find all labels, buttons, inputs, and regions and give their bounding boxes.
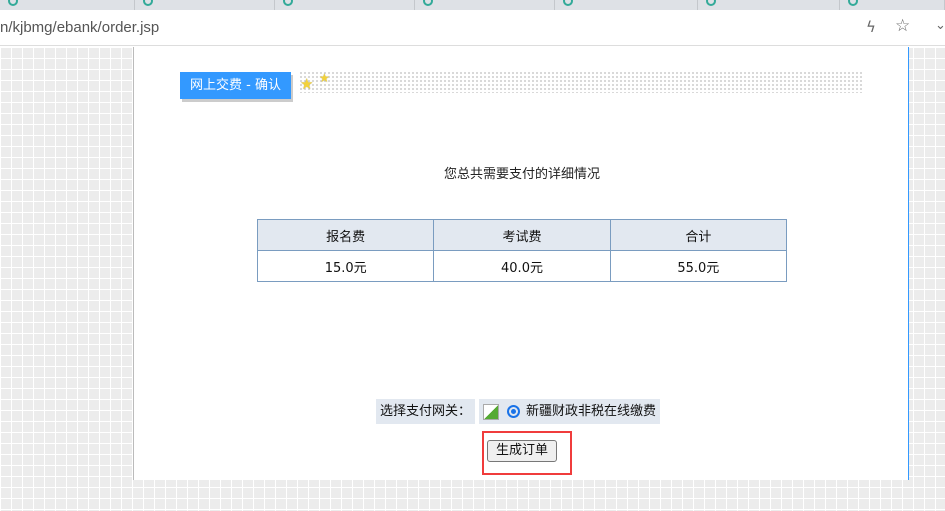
total-fee: 55.0元: [609, 250, 788, 282]
fee-table: 报名费 考试费 合计 15.0元 40.0元 55.0元: [256, 219, 788, 282]
tab-favicon-icon: [706, 0, 716, 6]
gateway-label: 选择支付网关：: [376, 399, 476, 424]
gateway-option-label[interactable]: 新疆财政非税在线缴费: [526, 399, 656, 424]
table-header-row: 报名费 考试费 合计: [256, 219, 788, 251]
column-header: 报名费: [256, 219, 435, 251]
gateway-option[interactable]: 新疆财政非税在线缴费: [479, 399, 661, 424]
chevron-down-icon[interactable]: ⌄: [935, 18, 945, 33]
address-bar[interactable]: n/kjbmg/ebank/order.jsp ϟ ☆ ⌄: [0, 10, 945, 46]
content-panel: 网上交费 - 确认 ★ ★ 您总共需要支付的详细情况 报名费 考试费 合计 15…: [133, 47, 909, 480]
tab-favicon-icon: [563, 0, 573, 6]
tab-favicon-icon: [423, 0, 433, 6]
browser-tab[interactable]: [840, 0, 945, 10]
exam-fee: 40.0元: [433, 250, 611, 282]
browser-tab[interactable]: [135, 0, 275, 10]
tab-favicon-icon: [143, 0, 153, 6]
browser-tab[interactable]: [555, 0, 698, 10]
summary-title: 您总共需要支付的详细情况: [443, 167, 600, 182]
page-background: 网上交费 - 确认 ★ ★ 您总共需要支付的详细情况 报名费 考试费 合计 15…: [0, 47, 945, 511]
header-dotted-bar: [299, 71, 864, 93]
tab-favicon-icon: [283, 0, 293, 6]
url-text[interactable]: n/kjbmg/ebank/order.jsp: [0, 19, 159, 36]
browser-tab[interactable]: [275, 0, 415, 10]
browser-tab[interactable]: [415, 0, 555, 10]
payment-gateway-row: 选择支付网关： 新疆财政非税在线缴费: [376, 399, 661, 424]
page-title: 网上交费 - 确认: [180, 72, 291, 99]
star-icon: ★: [300, 75, 314, 93]
bookmark-star-icon[interactable]: ☆: [895, 16, 910, 36]
generate-order-button[interactable]: 生成订单: [487, 440, 557, 462]
column-header: 考试费: [433, 219, 611, 251]
table-row: 15.0元 40.0元 55.0元: [256, 250, 788, 282]
broken-image-icon: [483, 403, 500, 420]
lightning-icon[interactable]: ϟ: [866, 18, 876, 36]
browser-tab[interactable]: [698, 0, 840, 10]
gateway-radio[interactable]: [507, 405, 521, 418]
browser-tab[interactable]: [0, 0, 135, 10]
star-icon: ★: [319, 71, 330, 85]
browser-tab-strip: [0, 0, 945, 10]
registration-fee: 15.0元: [256, 250, 435, 282]
column-header: 合计: [609, 219, 788, 251]
tab-favicon-icon: [848, 0, 858, 6]
tab-favicon-icon: [8, 0, 18, 6]
